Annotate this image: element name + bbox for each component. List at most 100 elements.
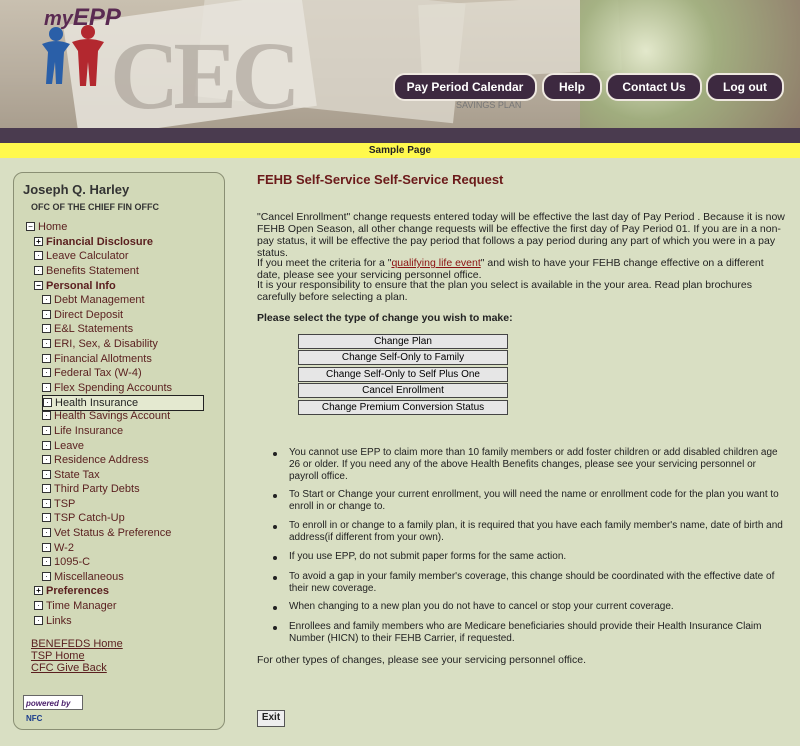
tree-item-life-insurance[interactable]: · Life Insurance xyxy=(42,424,123,438)
tree-item-tsp[interactable]: · TSP xyxy=(42,497,75,511)
tree-label: Financial Allotments xyxy=(54,353,152,365)
user-name: Joseph Q. Harley xyxy=(23,182,130,197)
change-self-to-family-button[interactable]: Change Self-Only to Family xyxy=(298,350,508,365)
list-item-text: You cannot use EPP to claim more than 10… xyxy=(289,447,778,482)
tree-item-tsp-catch-up[interactable]: · TSP Catch-Up xyxy=(42,511,125,525)
contact-us-button[interactable]: Contact Us xyxy=(606,73,702,101)
tree-label: Leave Calculator xyxy=(46,250,129,262)
tree-item-miscellaneous[interactable]: · Miscellaneous xyxy=(42,570,124,584)
tree-label: E&L Statements xyxy=(54,323,134,335)
benefeds-home-link[interactable]: BENEFEDS Home xyxy=(31,638,123,650)
tree-item-residence-address[interactable]: · Residence Address xyxy=(42,453,149,467)
tree-item-state-tax[interactable]: · State Tax xyxy=(42,468,100,482)
leaf-icon: · xyxy=(42,339,51,348)
leaf-icon: · xyxy=(42,543,51,552)
tree-item-time-manager[interactable]: · Time Manager xyxy=(34,599,117,613)
tree-item-el-statements[interactable]: · E&L Statements xyxy=(42,322,133,336)
cfc-give-back-link[interactable]: CFC Give Back xyxy=(31,662,107,674)
responsibility-paragraph: It is your responsibility to ensure that… xyxy=(257,279,752,303)
tree-item-health-savings[interactable]: · Health Savings Account xyxy=(42,409,170,423)
change-premium-conversion-button[interactable]: Change Premium Conversion Status xyxy=(298,400,508,415)
tree-label: Direct Deposit xyxy=(54,309,124,321)
tree-item-w2[interactable]: · W-2 xyxy=(42,541,74,555)
help-button[interactable]: Help xyxy=(542,73,602,101)
page-title: FEHB Self-Service Self-Service Request xyxy=(257,172,504,187)
user-office: OFC OF THE CHIEF FIN OFFC xyxy=(31,202,159,212)
tree-item-links[interactable]: · Links xyxy=(34,614,72,628)
exit-button[interactable]: Exit xyxy=(257,710,285,727)
tree-item-benefits-statement[interactable]: · Benefits Statement xyxy=(34,264,139,278)
bullet-icon xyxy=(273,525,277,529)
tree-label: Home xyxy=(38,221,68,233)
leaf-icon: · xyxy=(42,354,51,363)
powered-by-text: powered by xyxy=(26,699,71,708)
footer-note: For other types of changes, please see y… xyxy=(257,654,586,666)
bullet-icon xyxy=(273,626,277,630)
log-out-button[interactable]: Log out xyxy=(706,73,784,101)
leaf-icon: · xyxy=(42,484,51,493)
tree-item-debt-management[interactable]: · Debt Management xyxy=(42,293,145,307)
tree-item-home[interactable]: − Home xyxy=(26,220,67,234)
list-item-text: To Start or Change your current enrollme… xyxy=(289,489,779,512)
tree-label: Benefits Statement xyxy=(46,265,139,277)
tree-item-third-party-debts[interactable]: · Third Party Debts xyxy=(42,482,140,496)
tree-label: Personal Info xyxy=(46,280,116,292)
tree-item-vet-status[interactable]: · Vet Status & Preference xyxy=(42,526,171,540)
leaf-icon: · xyxy=(42,528,51,537)
tree-label: Financial Disclosure xyxy=(46,236,153,248)
qualifying-life-event-link[interactable]: qualifying life event xyxy=(391,257,480,269)
tree-label: TSP Catch-Up xyxy=(54,512,125,524)
nfc-logo: NFC xyxy=(26,714,43,723)
tree-label: Health Savings Account xyxy=(54,410,171,422)
list-item-text: When changing to a new plan you do not h… xyxy=(289,601,674,612)
expand-icon[interactable]: + xyxy=(34,586,43,595)
leaf-icon: · xyxy=(42,441,51,450)
tree-item-flex-spending[interactable]: · Flex Spending Accounts xyxy=(42,381,172,395)
tree-label: Time Manager xyxy=(46,600,117,612)
tree-item-financial-disclosure[interactable]: + Financial Disclosure xyxy=(34,235,153,249)
header-banner: CEC SAVINGS PLAN myEPP Pay Period Calend… xyxy=(0,0,800,128)
bullet-icon xyxy=(273,452,277,456)
tree-item-preferences[interactable]: + Preferences xyxy=(34,584,109,598)
leaf-icon: · xyxy=(34,251,43,260)
header-decor-plan-text: SAVINGS PLAN xyxy=(456,100,522,110)
leaf-icon: · xyxy=(42,470,51,479)
leaf-icon: · xyxy=(42,295,51,304)
tree-label: Third Party Debts xyxy=(54,483,140,495)
collapse-icon[interactable]: − xyxy=(34,281,43,290)
cancel-enrollment-button[interactable]: Cancel Enrollment xyxy=(298,383,508,398)
leaf-icon: · xyxy=(42,513,51,522)
bullet-icon xyxy=(273,606,277,610)
bullet-icon xyxy=(273,556,277,560)
tree-label: Links xyxy=(46,615,72,627)
tree-item-1095c[interactable]: · 1095-C xyxy=(42,555,90,569)
leaf-icon: · xyxy=(42,426,51,435)
header-divider xyxy=(0,128,800,143)
leaf-icon: · xyxy=(34,601,43,610)
tree-label: Leave xyxy=(54,440,84,452)
tree-item-financial-allotments[interactable]: · Financial Allotments xyxy=(42,352,152,366)
tree-label: TSP xyxy=(54,498,76,510)
list-item-text: To avoid a gap in your family member's c… xyxy=(289,571,775,594)
tree-item-direct-deposit[interactable]: · Direct Deposit xyxy=(42,308,123,322)
tree-item-leave[interactable]: · Leave xyxy=(42,439,84,453)
tree-item-eri-sex-disability[interactable]: · ERI, Sex, & Disability xyxy=(42,337,158,351)
effective-date-paragraph: "Cancel Enrollment" change requests ente… xyxy=(257,211,785,259)
tree-item-leave-calculator[interactable]: · Leave Calculator xyxy=(34,249,129,263)
tree-item-personal-info[interactable]: − Personal Info xyxy=(34,279,116,293)
bullet-icon xyxy=(273,494,277,498)
change-self-to-self-plus-one-button[interactable]: Change Self-Only to Self Plus One xyxy=(298,367,508,382)
powered-by-nfc-badge[interactable]: powered by NFC xyxy=(23,695,83,723)
list-item-text: Enrollees and family members who are Med… xyxy=(289,621,762,644)
collapse-icon[interactable]: − xyxy=(26,222,35,231)
tree-label: Vet Status & Preference xyxy=(54,527,172,539)
leaf-icon: · xyxy=(42,411,51,420)
change-plan-button[interactable]: Change Plan xyxy=(298,334,508,349)
pay-period-calendar-button[interactable]: Pay Period Calendar xyxy=(393,73,537,101)
tsp-home-link[interactable]: TSP Home xyxy=(31,650,85,662)
expand-icon[interactable]: + xyxy=(34,237,43,246)
tree-item-federal-tax[interactable]: · Federal Tax (W-4) xyxy=(42,366,142,380)
bullet-icon xyxy=(273,576,277,580)
tree-label: W-2 xyxy=(54,542,74,554)
tree-label: State Tax xyxy=(54,469,100,481)
